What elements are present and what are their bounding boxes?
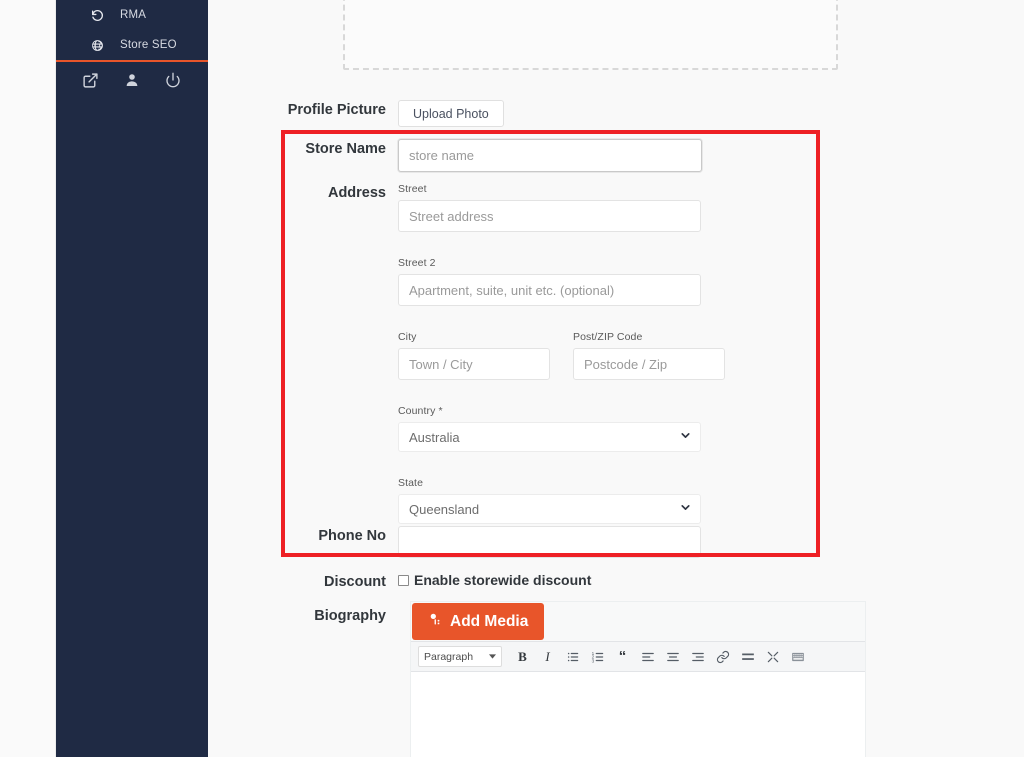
globe-icon [86,39,108,52]
row-discount: Discount Enable storewide discount [208,572,858,592]
address-label: Address [327,185,386,201]
storewide-discount-checkbox-line[interactable]: Enable storewide discount [398,572,858,588]
row-address: Address Street Street 2 City Post/ZIP Co… [208,183,858,524]
page-left-gutter [0,0,56,757]
postcode-input[interactable] [573,348,725,380]
align-right-icon[interactable] [685,645,710,669]
insert-link-icon[interactable] [710,645,735,669]
store-name-label: Store Name [305,141,386,157]
fullscreen-icon[interactable] [760,645,785,669]
phone-label: Phone No [318,528,386,544]
row-biography: Biography [208,606,398,626]
caret-down-icon [489,651,496,663]
city-postcode-row: City Post/ZIP Code [398,331,858,380]
page-root: RMA Store SEO Profile Picture Upload Pho… [0,0,1024,757]
phone-input[interactable] [398,526,701,558]
storewide-discount-checkbox-label: Enable storewide discount [414,572,592,588]
upload-photo-button[interactable]: Upload Photo [398,100,504,127]
add-media-label: Add Media [450,612,529,630]
align-left-icon[interactable] [635,645,660,669]
postcode-label: Post/ZIP Code [573,331,643,343]
logout-icon[interactable] [161,68,185,92]
align-center-icon[interactable] [660,645,685,669]
state-select[interactable]: Queensland [398,494,701,524]
country-label: Country * [398,405,443,417]
biography-editor-body[interactable] [411,672,865,757]
add-media-icon [428,612,443,632]
add-media-button[interactable]: Add Media [412,603,545,640]
biography-label: Biography [314,608,386,624]
state-label: State [398,477,424,489]
row-profile-picture: Profile Picture Upload Photo [208,100,858,127]
city-input[interactable] [398,348,550,380]
sidebar-item-rma[interactable]: RMA [56,0,208,30]
undo-icon [86,9,108,22]
blockquote-icon[interactable]: “ [610,645,635,669]
street-input[interactable] [398,200,701,232]
banner-dropzone[interactable] [343,0,838,70]
street2-label: Street 2 [398,257,436,269]
city-field-group: City [398,331,550,380]
row-phone: Phone No [208,526,858,558]
bulleted-list-icon[interactable] [560,645,585,669]
country-select[interactable]: Australia [398,422,701,452]
read-more-icon[interactable] [735,645,760,669]
sidebar-item-label-store-seo: Store SEO [120,39,177,51]
sidebar-action-row [56,62,208,98]
paragraph-format-select[interactable]: Paragraph [418,646,502,667]
account-icon[interactable] [120,68,144,92]
row-store-name: Store Name [208,139,858,172]
country-select-wrap: Australia [398,422,701,452]
sidebar-item-label-rma: RMA [120,9,147,21]
street2-input[interactable] [398,274,701,306]
editor-toolbar: Paragraph B I 1 2 3 “ [411,641,865,672]
paragraph-format-value: Paragraph [424,650,474,663]
visit-store-icon[interactable] [79,68,103,92]
sidebar-item-store-seo[interactable]: Store SEO [56,30,208,60]
toolbar-toggle-icon[interactable] [785,645,810,669]
sidebar: RMA Store SEO [56,0,208,757]
state-select-wrap: Queensland [398,494,701,524]
postcode-field-group: Post/ZIP Code [573,331,725,380]
city-label: City [398,331,417,343]
store-name-input[interactable] [398,139,702,172]
profile-picture-label: Profile Picture [287,102,386,118]
storewide-discount-checkbox[interactable] [398,574,409,586]
street-label: Street [398,183,427,195]
italic-icon[interactable]: I [535,645,560,669]
discount-label: Discount [323,574,386,590]
svg-text:3: 3 [591,658,594,663]
bold-icon[interactable]: B [510,645,535,669]
numbered-list-icon[interactable]: 1 2 3 [585,645,610,669]
biography-editor: Add Media Paragraph B I 1 2 3 “ [410,601,866,757]
